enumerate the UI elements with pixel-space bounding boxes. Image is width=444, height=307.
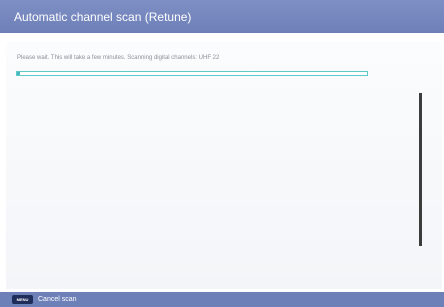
- cancel-scan-button[interactable]: Cancel scan: [38, 292, 77, 307]
- menu-key-icon: MENU: [12, 295, 33, 304]
- footer-bar: MENU Cancel scan: [0, 292, 444, 307]
- title-bar: Automatic channel scan (Retune): [0, 0, 444, 33]
- scan-screen: Automatic channel scan (Retune) Please w…: [0, 0, 444, 307]
- scan-status-text: Please wait. This will take a few minute…: [17, 55, 220, 61]
- scan-content-panel: Please wait. This will take a few minute…: [6, 42, 442, 289]
- scan-progress-fill: [17, 72, 20, 75]
- scrollbar[interactable]: [419, 93, 422, 246]
- scan-progress-bar: [16, 71, 368, 76]
- page-title: Automatic channel scan (Retune): [14, 10, 192, 24]
